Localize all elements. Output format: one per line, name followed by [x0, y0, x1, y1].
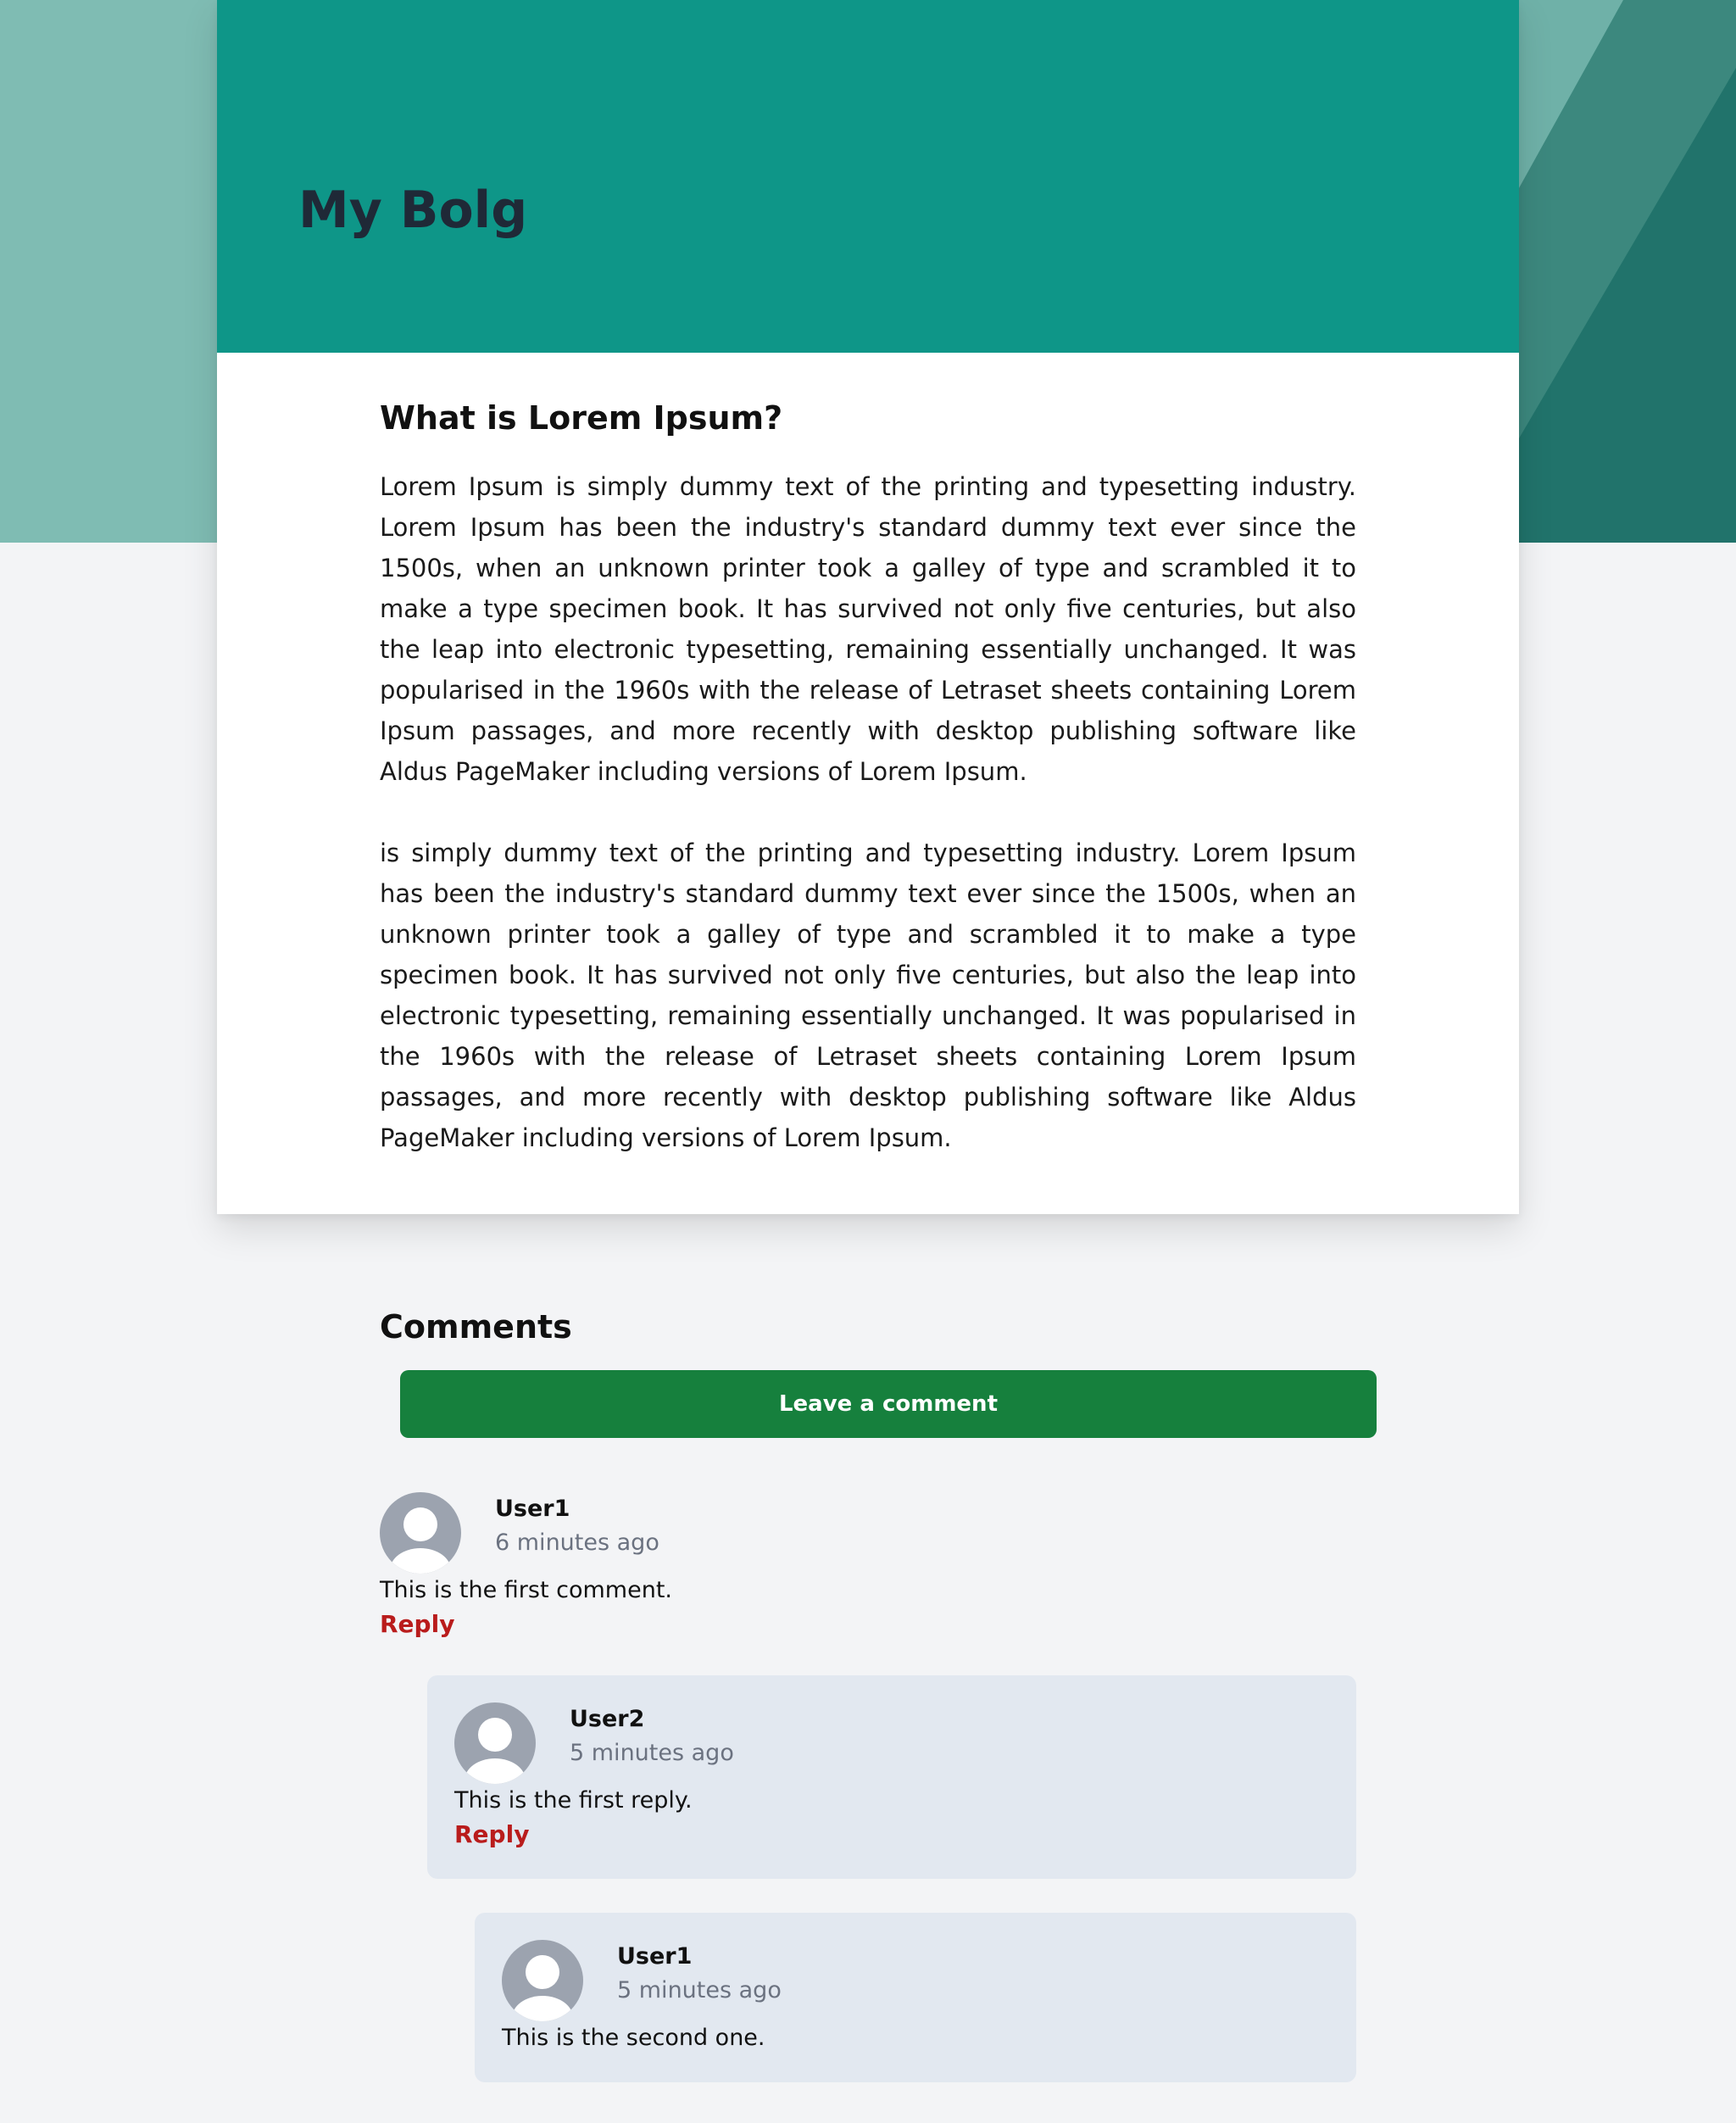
comment-timestamp: 5 minutes ago	[570, 1740, 734, 1766]
user-avatar-icon	[454, 1702, 536, 1784]
reply-link[interactable]: Reply	[454, 1818, 529, 1852]
user-avatar-icon	[380, 1492, 461, 1574]
article-paragraph: Lorem Ipsum is simply dummy text of the …	[380, 472, 1356, 786]
blog-header: My Bolg	[217, 0, 1519, 353]
reply-container: User1 5 minutes ago This is the second o…	[475, 1913, 1356, 2082]
comment-timestamp: 5 minutes ago	[617, 1977, 782, 2003]
comments-title: Comments	[380, 1308, 572, 1346]
comment-item: User1 5 minutes ago This is the second o…	[502, 1940, 1329, 2059]
comment-text: This is the first reply.	[454, 1787, 693, 1814]
comment-author: User1	[495, 1496, 570, 1522]
comment-text: This is the first comment.	[380, 1577, 673, 1603]
comment-item: User1 6 minutes ago This is the first co…	[380, 1492, 1356, 1645]
user-avatar-icon	[502, 1940, 583, 2021]
reply-container: User2 5 minutes ago This is the first re…	[427, 1675, 1356, 1879]
article-paragraph: is simply dummy text of the printing and…	[380, 839, 1356, 1152]
leave-comment-button[interactable]: Leave a comment	[400, 1370, 1377, 1438]
article-body: What is Lorem Ipsum? Lorem Ipsum is simp…	[380, 392, 1356, 1158]
comment-text: This is the second one.	[502, 2025, 765, 2051]
blog-title: My Bolg	[298, 181, 528, 240]
comment-author: User2	[570, 1706, 645, 1732]
comments-section: Comments Leave a comment	[380, 1297, 1377, 1438]
comment-author: User1	[617, 1943, 693, 1970]
article-title: What is Lorem Ipsum?	[380, 399, 783, 437]
article-card: My Bolg What is Lorem Ipsum? Lorem Ipsum…	[217, 0, 1519, 1214]
reply-link[interactable]: Reply	[380, 1608, 454, 1641]
comment-item: User2 5 minutes ago This is the first re…	[454, 1702, 1329, 1855]
comment-timestamp: 6 minutes ago	[495, 1530, 659, 1556]
